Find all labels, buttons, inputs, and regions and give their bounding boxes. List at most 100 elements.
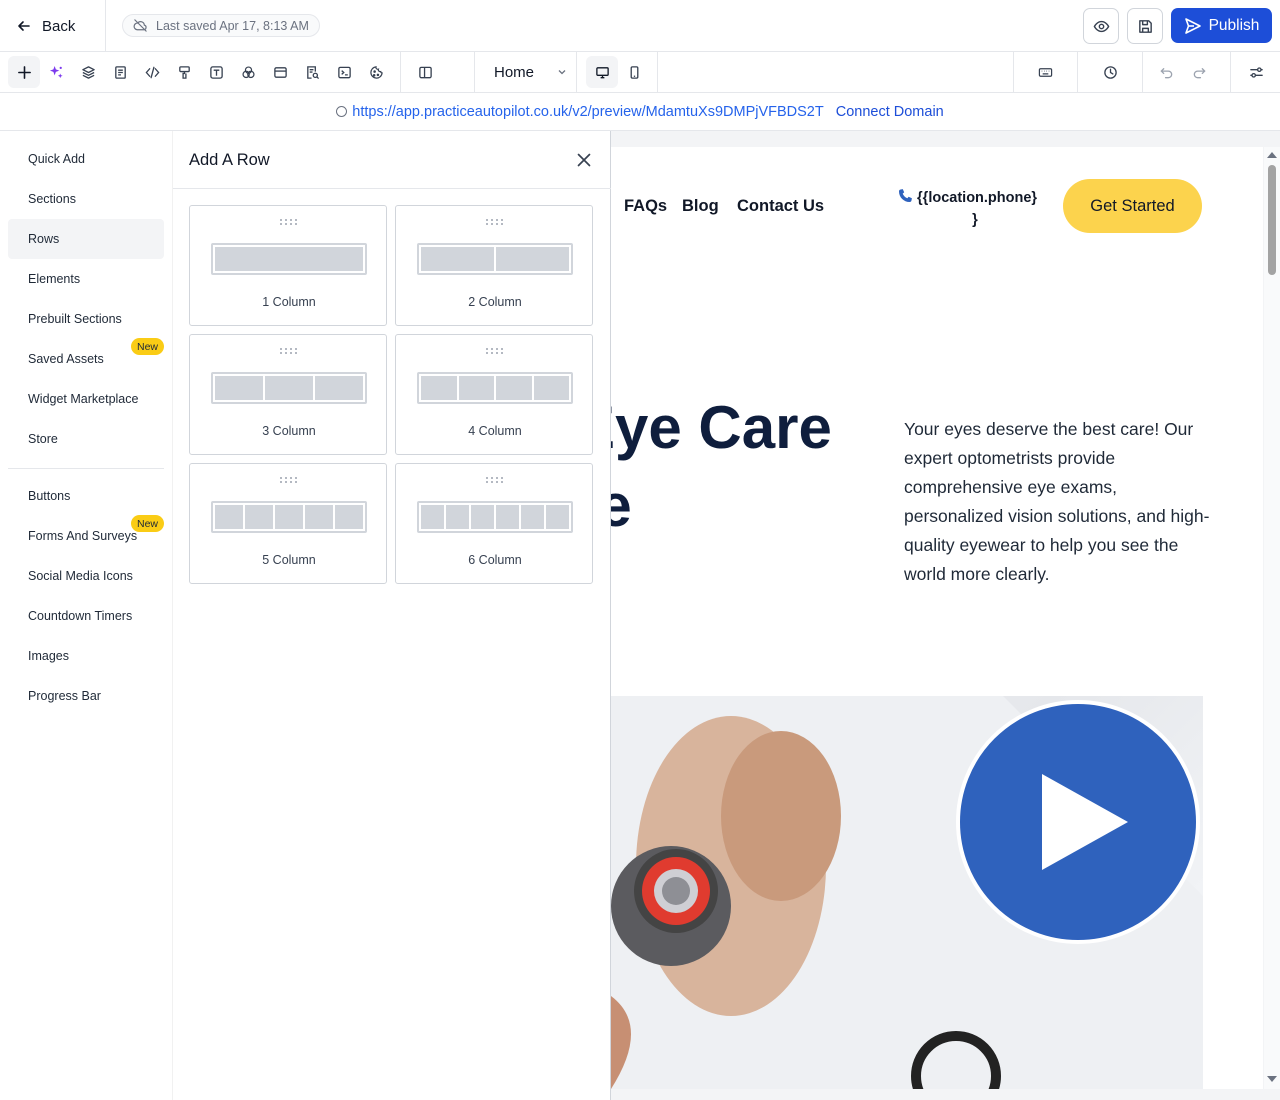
document-icon <box>114 65 126 79</box>
nav-link-blog[interactable]: Blog <box>682 197 719 216</box>
drag-handle-icon <box>486 348 503 354</box>
nav-link-contact-us[interactable]: Contact Us <box>737 197 824 216</box>
phone-number[interactable]: {{location.phone} } <box>897 187 1043 231</box>
hero-heading-line: re <box>611 472 632 539</box>
preview-button[interactable] <box>1083 8 1119 44</box>
canvas-scrollbar[interactable] <box>1264 147 1280 1089</box>
code-button[interactable] <box>136 56 168 88</box>
seo-button[interactable] <box>296 56 328 88</box>
divider <box>657 52 658 92</box>
close-icon[interactable] <box>575 151 593 169</box>
toggle-panel-button[interactable] <box>409 56 441 88</box>
scroll-up-arrow-icon[interactable] <box>1267 152 1277 158</box>
terminal-icon <box>337 66 351 78</box>
publish-button[interactable]: Publish <box>1171 8 1272 43</box>
undo-button[interactable] <box>1150 56 1182 88</box>
keyboard-shortcuts-button[interactable] <box>1029 56 1061 88</box>
editor-canvas[interactable]: FAQs Blog Contact Us {{location.phone} }… <box>611 131 1280 1100</box>
history-button[interactable] <box>1094 56 1126 88</box>
sidebar-item-label: Images <box>28 649 69 663</box>
floppy-disk-icon <box>1138 19 1152 33</box>
popup-button[interactable] <box>264 56 296 88</box>
divider <box>1230 52 1231 92</box>
drag-handle-icon <box>280 348 297 354</box>
video-play-button[interactable] <box>956 700 1200 944</box>
sidebar-item-quick-add[interactable]: Quick Add <box>8 139 164 179</box>
row-option-3-column[interactable]: 3 Column <box>189 334 387 455</box>
cookie-icon <box>369 65 383 79</box>
redo-button[interactable] <box>1183 56 1215 88</box>
code-icon <box>145 66 159 78</box>
smartphone-icon <box>630 65 638 79</box>
drag-handle-icon <box>486 219 503 225</box>
page-select[interactable]: Home <box>494 62 568 82</box>
scrollbar-thumb[interactable] <box>1268 165 1276 275</box>
tracking-code-button[interactable] <box>328 56 360 88</box>
row-option-6-column[interactable]: 6 Column <box>395 463 593 584</box>
mobile-view-button[interactable] <box>618 56 650 88</box>
typography-button[interactable] <box>200 56 232 88</box>
settings-button[interactable] <box>1240 56 1272 88</box>
sidebar-item-widget-marketplace[interactable]: Widget Marketplace <box>8 379 164 419</box>
sidebar-item-store[interactable]: Store <box>8 419 164 459</box>
sidebar-item-label: Forms And Surveys <box>28 529 138 543</box>
arrow-left-icon <box>18 21 30 31</box>
save-status-pill: Last saved Apr 17, 8:13 AM <box>122 14 320 37</box>
column-layout-preview <box>417 501 573 533</box>
back-button[interactable]: Back <box>16 14 75 38</box>
row-option-4-column[interactable]: 4 Column <box>395 334 593 455</box>
sidebar-item-countdown-timers[interactable]: Countdown Timers <box>8 596 164 636</box>
divider <box>400 52 401 92</box>
sidebar-item-buttons[interactable]: Buttons <box>8 476 164 516</box>
cookie-button[interactable] <box>360 56 392 88</box>
column-layout-preview <box>417 243 573 275</box>
sidebar-item-social-media-icons[interactable]: Social Media Icons <box>8 556 164 596</box>
divider <box>1077 52 1078 92</box>
editor-toolbar: Home <box>0 52 1280 93</box>
document-search-icon <box>306 65 319 79</box>
sidebar-item-sections[interactable]: Sections <box>8 179 164 219</box>
drag-handle-icon <box>280 219 297 225</box>
desktop-view-button[interactable] <box>586 56 618 88</box>
hero-heading-line: Eye Care <box>611 394 832 461</box>
sidebar-item-label: Buttons <box>28 489 71 503</box>
styles-button[interactable] <box>168 56 200 88</box>
connect-domain-link[interactable]: Connect Domain <box>836 104 944 120</box>
row-option-1-column[interactable]: 1 Column <box>189 205 387 326</box>
sidebar-item-elements[interactable]: Elements <box>8 259 164 299</box>
sidebar-item-prebuilt-sections[interactable]: Prebuilt Sections <box>8 299 164 339</box>
eye-icon <box>1093 20 1109 32</box>
page-select-value: Home <box>494 63 535 81</box>
sidebar-item-label: Quick Add <box>28 152 85 166</box>
chevron-down-icon <box>558 70 566 75</box>
get-started-button[interactable]: Get Started <box>1063 179 1202 233</box>
sidebar-item-label: Prebuilt Sections <box>28 312 122 326</box>
save-button[interactable] <box>1127 8 1163 44</box>
add-element-button[interactable] <box>8 56 40 88</box>
sidebar-item-images[interactable]: Images <box>8 636 164 676</box>
drag-handle-icon <box>280 477 297 483</box>
nav-link-faqs[interactable]: FAQs <box>624 197 667 216</box>
phone-text-continued: } <box>972 212 978 228</box>
scroll-down-arrow-icon[interactable] <box>1267 1076 1277 1082</box>
sidebar-item-rows[interactable]: Rows <box>8 219 164 259</box>
divider <box>8 468 164 469</box>
preview-url-bar: https://app.practiceautopilot.co.uk/v2/p… <box>0 93 1280 131</box>
row-option-2-column[interactable]: 2 Column <box>395 205 593 326</box>
preview-url-text: https://app.practiceautopilot.co.uk/v2/p… <box>352 103 824 120</box>
divider <box>1142 52 1143 92</box>
sliders-icon <box>1249 66 1263 78</box>
sidebar-item-label: Countdown Timers <box>28 609 133 623</box>
row-option-5-column[interactable]: 5 Column <box>189 463 387 584</box>
element-category-sidebar: Quick Add Sections Rows Elements Prebuil… <box>0 131 173 1100</box>
layers-button[interactable] <box>72 56 104 88</box>
plus-icon <box>17 65 31 79</box>
preview-url-link[interactable]: https://app.practiceautopilot.co.uk/v2/p… <box>336 103 824 120</box>
pages-button[interactable] <box>104 56 136 88</box>
column-layout-preview <box>211 243 367 275</box>
sparkles-icon <box>49 65 63 78</box>
colors-button[interactable] <box>232 56 264 88</box>
send-icon <box>1184 17 1201 34</box>
sidebar-item-progress-bar[interactable]: Progress Bar <box>8 676 164 716</box>
ai-button[interactable] <box>40 56 72 88</box>
